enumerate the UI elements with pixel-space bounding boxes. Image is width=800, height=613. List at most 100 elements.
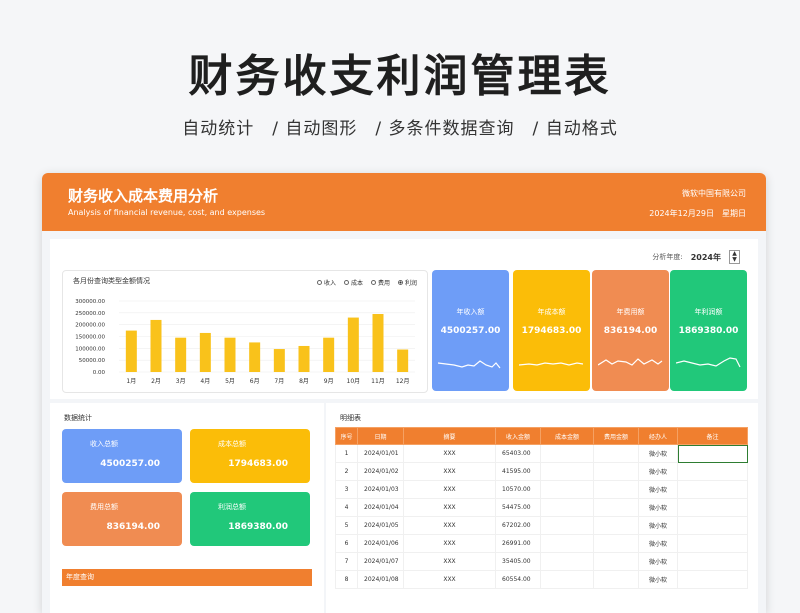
table-cell[interactable]: 2024/01/08: [357, 570, 404, 589]
table-cell[interactable]: 67202.00: [495, 516, 541, 535]
table-cell[interactable]: [677, 534, 748, 553]
table-cell[interactable]: 60554.00: [495, 570, 541, 589]
radio-icon[interactable]: [370, 280, 376, 285]
x-tick-label: 8月: [299, 378, 309, 385]
table-cell[interactable]: [540, 534, 594, 553]
table-cell[interactable]: XXX: [403, 552, 496, 571]
company-name: 微软中国有限公司: [682, 189, 746, 198]
column-header[interactable]: 备注: [677, 427, 748, 445]
table-cell[interactable]: [677, 516, 748, 535]
table-cell[interactable]: 6: [335, 534, 358, 553]
table-cell[interactable]: 微小软: [638, 480, 678, 499]
table-cell[interactable]: 微小软: [638, 498, 678, 517]
kpi-value: 1794683.00: [521, 326, 582, 336]
table-cell[interactable]: XXX: [403, 516, 496, 535]
sparkline-icon: [676, 357, 741, 368]
table-cell[interactable]: [540, 462, 594, 481]
table-cell[interactable]: 35405.00: [495, 552, 541, 571]
table-cell[interactable]: 54475.00: [495, 498, 541, 517]
table-cell[interactable]: 微小软: [638, 570, 678, 589]
column-header[interactable]: 经办人: [638, 427, 678, 445]
legend-option-cost[interactable]: 成本: [343, 278, 363, 287]
table-cell[interactable]: 8: [335, 570, 358, 589]
column-header[interactable]: 费用金额: [593, 427, 639, 445]
spreadsheet-dashboard: 财务收入成本费用分析 Analysis of financial revenue…: [42, 173, 766, 613]
kpi-value: 1869380.00: [678, 326, 739, 336]
table-cell[interactable]: [540, 552, 594, 571]
table-cell[interactable]: 3: [335, 480, 358, 499]
column-header[interactable]: 成本金额: [540, 427, 594, 445]
x-tick-label: 4月: [200, 378, 210, 385]
column-header[interactable]: 序号: [335, 427, 358, 445]
column-header[interactable]: 日期: [357, 427, 404, 445]
kpi-label: 年利润额: [694, 308, 723, 316]
kpi-value: 836194.00: [603, 326, 658, 336]
table-cell[interactable]: 7: [335, 552, 358, 571]
table-cell[interactable]: 2: [335, 462, 358, 481]
legend-option-profit[interactable]: 利润: [397, 278, 417, 287]
table-cell[interactable]: [593, 516, 639, 535]
table-row: 8 2024/01/08 XXX 60554.00 微小软: [335, 570, 748, 589]
stat-label: 费用总额: [90, 503, 118, 511]
table-cell[interactable]: [677, 552, 748, 571]
table-cell[interactable]: 26991.00: [495, 534, 541, 553]
table-cell[interactable]: 10570.00: [495, 480, 541, 499]
table-cell[interactable]: [593, 444, 639, 463]
column-header[interactable]: 收入金额: [495, 427, 541, 445]
table-cell[interactable]: [677, 498, 748, 517]
spin-down-icon[interactable]: ▼: [732, 256, 737, 263]
table-cell[interactable]: [593, 534, 639, 553]
table-cell[interactable]: [540, 570, 594, 589]
table-cell[interactable]: [540, 516, 594, 535]
table-cell[interactable]: 微小软: [638, 462, 678, 481]
legend-option-expense[interactable]: 费用: [370, 278, 390, 287]
table-cell[interactable]: 微小软: [638, 516, 678, 535]
radio-icon[interactable]: [316, 280, 322, 285]
table-cell[interactable]: [593, 462, 639, 481]
column-header[interactable]: 摘要: [403, 427, 496, 445]
table-cell[interactable]: [593, 480, 639, 499]
table-cell[interactable]: [593, 570, 639, 589]
table-cell[interactable]: [540, 480, 594, 499]
bar: [347, 317, 359, 372]
table-cell[interactable]: XXX: [403, 570, 496, 589]
table-cell[interactable]: XXX: [403, 480, 496, 499]
table-cell[interactable]: 4: [335, 498, 358, 517]
table-cell[interactable]: [540, 498, 594, 517]
table-cell[interactable]: [677, 462, 748, 481]
table-cell[interactable]: XXX: [403, 444, 496, 463]
legend-option-income[interactable]: 收入: [316, 278, 336, 287]
table-cell[interactable]: 65403.00: [495, 444, 541, 463]
table-cell[interactable]: 2024/01/02: [357, 462, 404, 481]
kpi-annual-profit: 年利润额 1869380.00: [670, 270, 747, 391]
table-cell[interactable]: 微小软: [638, 444, 678, 463]
year-spinner[interactable]: ▲ ▼: [729, 250, 740, 264]
table-cell[interactable]: 41595.00: [495, 462, 541, 481]
table-cell[interactable]: 5: [335, 516, 358, 535]
table-cell[interactable]: [540, 444, 594, 463]
table-cell[interactable]: 微小软: [638, 534, 678, 553]
table-cell[interactable]: [593, 498, 639, 517]
radio-icon[interactable]: [343, 280, 349, 285]
table-cell[interactable]: [677, 480, 748, 499]
table-cell[interactable]: 2024/01/04: [357, 498, 404, 517]
table-cell[interactable]: 2024/01/06: [357, 534, 404, 553]
radio-selected-icon[interactable]: [397, 280, 403, 285]
table-cell[interactable]: [593, 552, 639, 571]
table-cell[interactable]: 2024/01/03: [357, 480, 404, 499]
table-cell[interactable]: 2024/01/01: [357, 444, 404, 463]
table-cell[interactable]: [677, 570, 748, 589]
year-value[interactable]: 2024年: [691, 252, 721, 263]
table-cell[interactable]: [677, 444, 748, 463]
table-cell[interactable]: 微小软: [638, 552, 678, 571]
legend-label: 利润: [404, 280, 417, 287]
table-cell[interactable]: 2024/01/05: [357, 516, 404, 535]
table-cell[interactable]: XXX: [403, 498, 496, 517]
bar: [249, 342, 261, 372]
table-cell[interactable]: 2024/01/07: [357, 552, 404, 571]
table-cell[interactable]: XXX: [403, 534, 496, 553]
table-cell[interactable]: XXX: [403, 462, 496, 481]
stat-value: 836194.00: [106, 522, 160, 532]
table-cell[interactable]: 1: [335, 444, 358, 463]
hero-title: 财务收支利润管理表: [188, 51, 612, 102]
